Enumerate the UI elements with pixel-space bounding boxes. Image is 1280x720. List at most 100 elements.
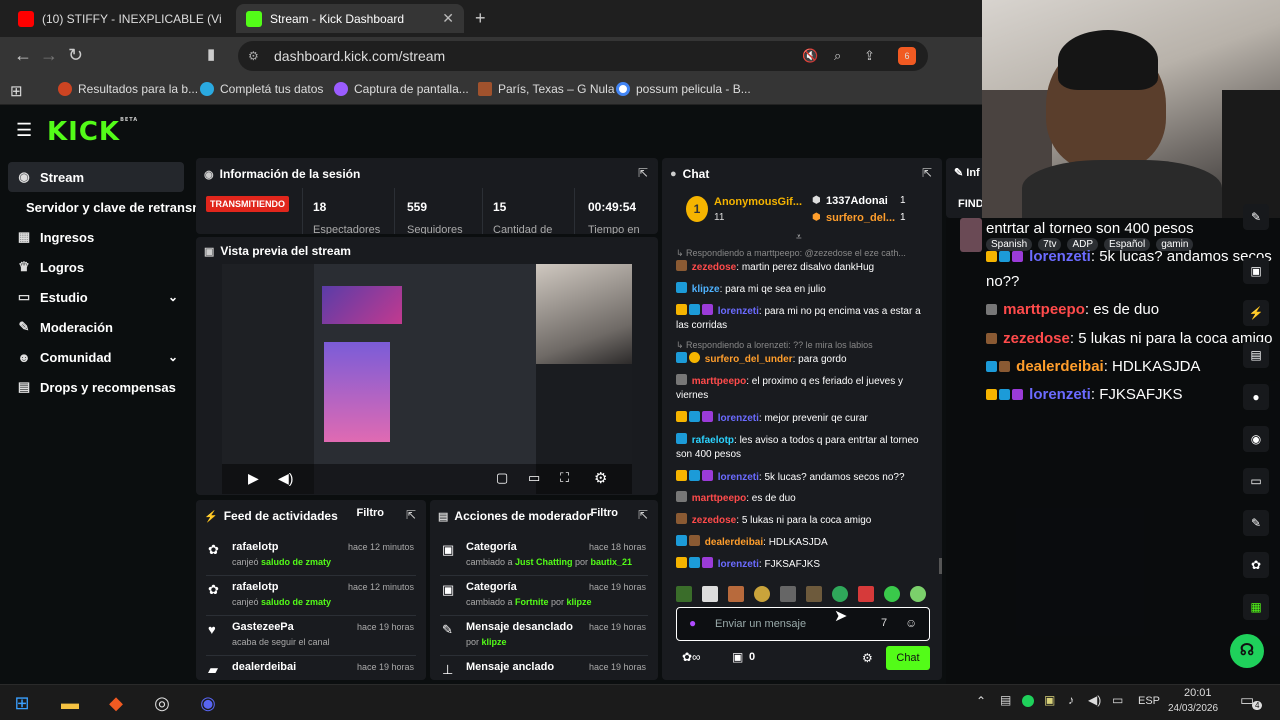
sidebar-item-estudio[interactable]: ▭ Estudio ⌄ [8,282,184,312]
chat-username[interactable]: zezedose [692,262,736,273]
zoom-icon[interactable]: ⌕ [834,41,841,71]
apps-grid-icon[interactable]: ⊞ [10,82,23,100]
chat-username[interactable]: lorenzeti [718,472,759,483]
file-explorer-icon[interactable]: ▬ [58,691,82,715]
wrench-icon[interactable]: ✎ [1243,510,1269,536]
play-icon[interactable]: ▶ [248,470,259,487]
chat-message[interactable]: klipze: para mi qe sea en julio [676,282,931,297]
bookmark-item[interactable]: Captura de pantalla... [334,82,469,96]
forward-icon[interactable]: → [40,45,58,66]
chat-message[interactable]: lorenzeti: 5k lucas? andamos secos no?? [676,470,931,485]
chat-input[interactable]: ● Enviar un mensaje 7 ☺ [676,607,930,641]
emote-icon[interactable] [702,586,718,602]
volume-icon[interactable]: ◀) [278,470,293,487]
back-icon[interactable]: ← [14,45,32,66]
channel-points-icon[interactable]: ▣ [732,650,743,664]
url-input[interactable]: ⚙ dashboard.kick.com/stream 🔇 ⌕ ⇪ 6 [238,41,928,71]
windows-start-icon[interactable]: ⊞ [10,691,34,715]
network-icon[interactable]: ▭ [1112,693,1123,707]
stream-preview-video[interactable]: ▶ ◀) ▢ ▭ ⛶ ⚙ [222,264,632,494]
emote-icon[interactable] [754,586,770,602]
chat-message[interactable]: lorenzeti: FJKSAFJKS [676,557,931,572]
settings-gear-icon[interactable]: ⚙ [594,469,607,487]
chat-bubble-icon[interactable]: ● [1243,384,1269,410]
community-icon[interactable]: ✿∞ [682,650,701,664]
bolt-icon[interactable]: ⚡ [1243,300,1269,326]
mod-action-item[interactable]: ▣ Categoría hace 19 horas cambiado a For… [430,578,658,618]
chat-username[interactable]: rafaelotp [692,435,734,446]
feed-filter-button[interactable]: Filtro [357,507,385,519]
feed-item[interactable]: ♥ GastezeePa hace 19 horas acaba de segu… [196,618,426,658]
emote-icon[interactable] [806,586,822,602]
emote-icon[interactable] [858,586,874,602]
speaker-icon[interactable]: ◀) [1088,693,1101,707]
feed-item[interactable]: ✿ rafaelotp hace 12 minutos canjeó salud… [196,538,426,578]
language-indicator[interactable]: ESP [1138,695,1160,707]
brave-browser-icon[interactable]: ◆ [104,691,128,715]
emote-icon[interactable] [910,586,926,602]
printer-icon[interactable]: ▭ [1243,468,1269,494]
chat-username[interactable]: surfero_del_under [705,354,793,365]
sidebar-item-server-key[interactable]: Servidor y clave de retransm [20,192,200,222]
chat-message[interactable]: marttpeepo: el proximo q es feriado el j… [676,374,931,403]
tray-chevron-up-icon[interactable]: ⌃ [976,694,986,708]
bookmark-item[interactable]: París, Texas – G Nula [478,82,615,96]
community-icon[interactable]: ✿ [1243,552,1269,578]
clock-date[interactable]: 24/03/2026 [1168,703,1218,714]
fullscreen-icon[interactable]: ⛶ [560,470,569,486]
modactions-filter-button[interactable]: Filtro [591,507,619,519]
chat-message[interactable]: rafaelotp: les aviso a todos q para entr… [676,433,931,462]
edit-icon[interactable]: ✎ [1243,204,1269,230]
top-gifter-name[interactable]: 1337Adonai [826,195,888,207]
theater-icon[interactable]: ▭ [528,470,540,486]
document-icon[interactable]: ▤ [1243,342,1269,368]
chat-message[interactable]: lorenzeti: para mi no pq encima vas a es… [676,304,931,333]
chat-username[interactable]: klipze [692,284,720,295]
sidebar-item-logros[interactable]: ♛ Logros [8,252,184,282]
camera-icon[interactable]: ▣ [1243,258,1269,284]
mute-site-icon[interactable]: 🔇 [802,41,818,71]
sidebar-item-moderacion[interactable]: ✎ Moderación [8,312,184,342]
obs-icon[interactable]: ◎ [150,691,174,715]
tray-app-icon[interactable]: ▣ [1044,693,1055,707]
emote-icon[interactable] [884,586,900,602]
chat-settings-icon[interactable]: ⚙ [862,651,873,665]
tab-youtube[interactable]: (10) STIFFY - INEXPLICABLE (Video Of [8,4,232,33]
chat-username[interactable]: marttpeepo [692,493,746,504]
site-info-icon[interactable]: ⚙ [248,41,259,71]
microphone-icon[interactable]: ● [689,616,696,630]
mod-action-item[interactable]: ▣ Categoría hace 18 horas cambiado a Jus… [430,538,658,578]
emoji-icon[interactable]: ☺ [905,616,917,630]
chat-username[interactable]: marttpeepo [692,376,746,387]
pip-icon[interactable]: ▢ [496,470,508,486]
clapperboard-icon[interactable]: ▦ [1243,594,1269,620]
kick-logo[interactable]: KICKBETA [47,117,138,147]
bookmark-item[interactable]: possum pelicula - B... [616,82,751,96]
chat-message[interactable]: lorenzeti: mejor prevenir qe curar [676,411,931,426]
bookmark-item[interactable]: Resultados para la b... [58,82,198,96]
7tv-emote-icon[interactable]: 7 [881,617,887,629]
emote-icon[interactable] [728,586,744,602]
broadcast-icon[interactable]: ◉ [1243,426,1269,452]
popout-icon[interactable]: ⇱ [638,508,648,522]
share-icon[interactable]: ⇪ [864,41,875,71]
top-gifter-name[interactable]: surfero_del... [826,212,895,224]
top-gifter-name[interactable]: AnonymousGif... [714,196,802,208]
popout-icon[interactable]: ⇱ [922,166,932,180]
chat-message[interactable]: marttpeepo: es de duo [676,491,931,506]
chat-message[interactable]: zezedose: martin perez disalvo dankHug [676,260,931,275]
sidebar-item-stream[interactable]: ◉ Stream [8,162,184,192]
send-chat-button[interactable]: Chat [886,646,930,670]
chat-username[interactable]: lorenzeti [718,559,759,570]
clock-time[interactable]: 20:01 [1184,687,1212,699]
sidebar-item-drops[interactable]: ▤ Drops y recompensas [8,372,184,402]
brave-shields-icon[interactable]: 6 [898,47,916,65]
chat-username[interactable]: lorenzeti [718,413,759,424]
chat-message[interactable]: surfero_del_under: para gordo [676,352,931,367]
reload-icon[interactable]: ↻ [68,45,83,66]
collapse-chevron-icon[interactable]: ⩡ [796,232,802,243]
emote-icon[interactable] [832,586,848,602]
microphone-icon[interactable]: ♪ [1068,693,1074,707]
feed-item[interactable]: ✿ rafaelotp hace 12 minutos canjeó salud… [196,578,426,618]
discord-icon[interactable]: ◉ [196,691,220,715]
